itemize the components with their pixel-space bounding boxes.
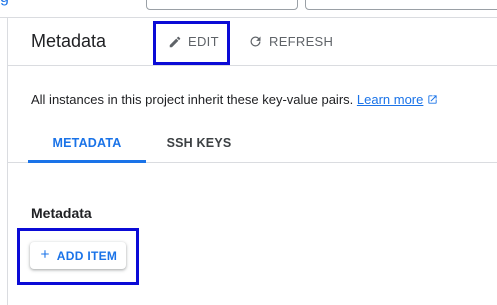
tab-metadata[interactable]: METADATA xyxy=(28,136,146,152)
edit-highlight-box xyxy=(153,21,230,65)
open-in-new-icon xyxy=(427,92,438,107)
top-divider xyxy=(0,17,497,18)
refresh-label: REFRESH xyxy=(269,34,334,49)
top-field-2[interactable] xyxy=(305,0,497,10)
page-title: Metadata xyxy=(31,31,107,51)
logo-fragment: g xyxy=(0,0,14,6)
learn-more-link[interactable]: Learn more xyxy=(357,92,423,107)
add-item-highlight-box xyxy=(17,228,139,285)
active-tab-indicator xyxy=(28,160,146,163)
info-message: All instances in this project inherit th… xyxy=(31,92,354,107)
section-title: Metadata xyxy=(31,205,92,221)
refresh-icon xyxy=(248,34,263,49)
tab-ssh-keys[interactable]: SSH KEYS xyxy=(150,136,248,152)
header-divider xyxy=(8,65,497,66)
refresh-button[interactable]: REFRESH xyxy=(248,34,333,49)
info-text: All instances in this project inherit th… xyxy=(31,92,438,108)
top-field-1[interactable] xyxy=(146,0,298,10)
left-divider xyxy=(7,17,8,305)
